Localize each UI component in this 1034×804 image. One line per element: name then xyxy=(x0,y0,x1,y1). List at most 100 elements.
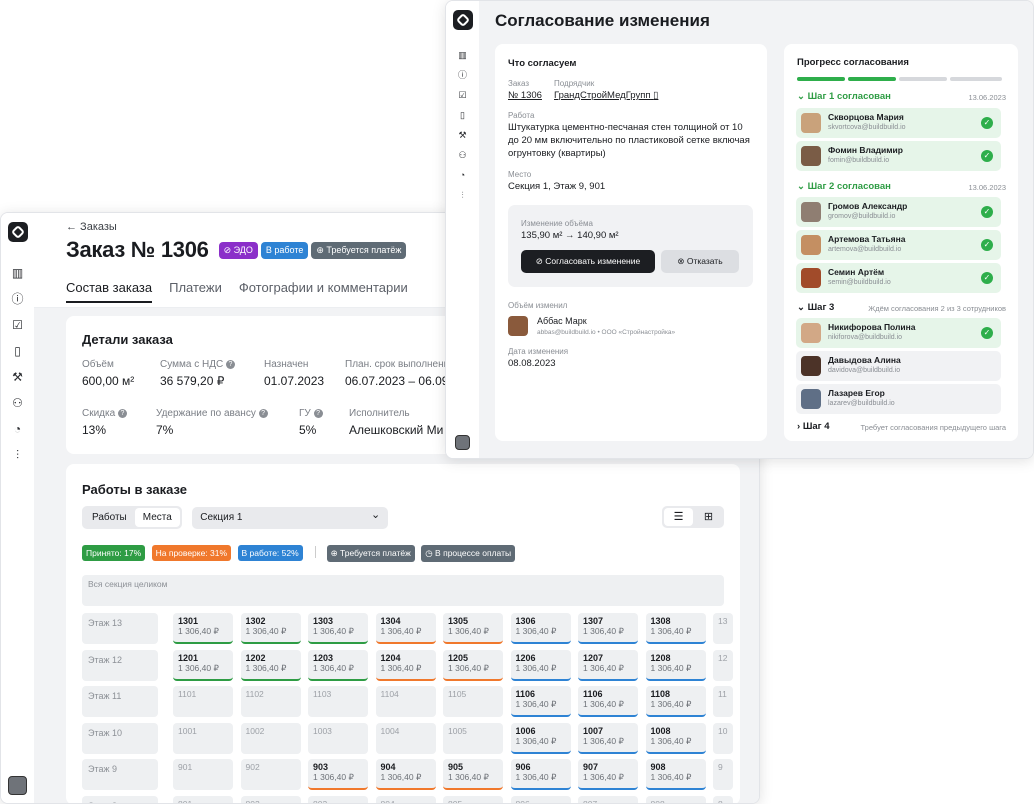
app-logo[interactable] xyxy=(452,10,473,30)
users-icon[interactable]: ⚇ xyxy=(9,394,27,412)
apartment-cell[interactable]: 1005 xyxy=(443,722,503,754)
apartment-cell[interactable]: 1101 xyxy=(173,686,233,717)
apartment-cell[interactable]: 801 xyxy=(173,795,233,803)
floor-label[interactable]: Этаж 13 xyxy=(82,613,158,644)
payment-required-chip[interactable]: ⊕ Требуется платёж xyxy=(326,545,415,562)
apartment-cell[interactable]: 1306 1 306,40 ₽ xyxy=(510,613,571,644)
apartment-cell[interactable]: 1305 1 306,40 ₽ xyxy=(443,613,503,644)
tab-payments[interactable]: Платежи xyxy=(169,280,222,303)
apartment-cell[interactable]: 1106 1 306,40 ₽ xyxy=(578,686,638,717)
apartment-cell[interactable]: 1007 1 306,40 ₽ xyxy=(578,722,638,754)
inwork-chip[interactable]: В работе: 52% xyxy=(237,545,303,561)
hammer-icon[interactable]: ⚒ xyxy=(454,126,472,144)
apartment-cell[interactable]: 904 1 306,40 ₽ xyxy=(375,759,436,790)
apartment-cell[interactable]: 901 xyxy=(173,759,233,790)
section-select[interactable]: Секция 1 xyxy=(192,504,389,529)
tab-composition[interactable]: Состав заказа xyxy=(66,280,153,303)
apartment-cell[interactable]: 1001 xyxy=(173,722,233,754)
pie-chart-icon[interactable]: ◔ xyxy=(9,420,27,438)
hammer-icon[interactable]: ⚒ xyxy=(9,368,27,386)
works-toggle[interactable]: Работы xyxy=(84,508,135,527)
apartment-cell-cut[interactable]: 13 xyxy=(713,613,733,644)
apartment-cell[interactable]: 1008 1 306,40 ₽ xyxy=(645,722,706,754)
apartment-cell[interactable]: 905 1 306,40 ₽ xyxy=(443,759,503,790)
floor-label[interactable]: Этаж 12 xyxy=(82,649,158,681)
apartment-cell[interactable]: 1002 xyxy=(240,722,301,754)
apartment-cell[interactable]: 1102 xyxy=(240,686,301,717)
step-2[interactable]: ⌄ Шаг 2 согласован xyxy=(797,181,891,192)
info-icon[interactable]: ⓘ xyxy=(454,66,472,84)
payment-process-chip[interactable]: ◷ В процессе оплаты xyxy=(421,545,516,562)
reject-button[interactable]: ⊗ Отказать xyxy=(661,250,739,273)
building-icon[interactable]: ▥ xyxy=(454,46,472,64)
apartment-cell[interactable]: 1206 1 306,40 ₽ xyxy=(510,649,571,681)
apartment-cell[interactable]: 1304 1 306,40 ₽ xyxy=(375,613,436,644)
apartment-cell[interactable]: 805 xyxy=(443,795,503,803)
users-icon[interactable]: ⚇ xyxy=(454,146,472,164)
approve-button[interactable]: ⊘ Согласовать изменение xyxy=(521,250,655,273)
apartment-cell[interactable]: 1103 xyxy=(308,686,368,717)
apartment-cell[interactable]: 1307 1 306,40 ₽ xyxy=(578,613,638,644)
step-4[interactable]: › Шаг 4 xyxy=(797,421,830,432)
apartment-cell-cut[interactable]: 10 xyxy=(713,722,733,754)
building-icon[interactable]: ▥ xyxy=(9,264,27,282)
apartment-cell[interactable]: 1301 1 306,40 ₽ xyxy=(173,613,233,644)
floor-label[interactable]: Этаж 11 xyxy=(82,686,158,717)
apartment-cell[interactable]: 807 xyxy=(578,795,638,803)
apartment-cell[interactable]: 1105 xyxy=(443,686,503,717)
user-avatar[interactable] xyxy=(8,776,27,795)
list-view-icon[interactable]: ☰ xyxy=(664,508,693,526)
app-logo[interactable] xyxy=(7,222,28,242)
apartment-cell[interactable]: 1308 1 306,40 ₽ xyxy=(645,613,706,644)
apartment-cell[interactable]: 1302 1 306,40 ₽ xyxy=(240,613,301,644)
checkbox-icon[interactable]: ☑ xyxy=(454,86,472,104)
apartment-cell-cut[interactable]: 12 xyxy=(713,649,733,681)
checkbox-icon[interactable]: ☑ xyxy=(9,316,27,334)
apartment-cell[interactable]: 1303 1 306,40 ₽ xyxy=(308,613,368,644)
step-3[interactable]: ⌄ Шаг 3 xyxy=(797,302,834,313)
apartment-cell[interactable]: 1106 1 306,40 ₽ xyxy=(510,686,571,717)
step-1[interactable]: ⌄ Шаг 1 согласован xyxy=(797,91,891,102)
apartment-cell-cut[interactable]: 11 xyxy=(713,686,733,717)
apartment-cell[interactable]: 1207 1 306,40 ₽ xyxy=(578,649,638,681)
sliders-icon[interactable]: ⫶ xyxy=(9,446,27,464)
apartment-cell[interactable]: 1208 1 306,40 ₽ xyxy=(645,649,706,681)
clipboard-icon[interactable]: ▯ xyxy=(454,106,472,124)
apartment-cell[interactable]: 806 xyxy=(510,795,571,803)
apartment-cell[interactable]: 907 1 306,40 ₽ xyxy=(578,759,638,790)
apartment-cell[interactable]: 1203 1 306,40 ₽ xyxy=(308,649,368,681)
apartment-cell[interactable]: 808 xyxy=(645,795,706,803)
apartment-cell-cut[interactable]: 8 xyxy=(713,795,733,803)
floor-label[interactable]: Этаж 10 xyxy=(82,722,158,754)
apartment-cell[interactable]: 1201 1 306,40 ₽ xyxy=(173,649,233,681)
places-toggle[interactable]: Места xyxy=(134,508,180,527)
apartment-cell[interactable]: 1205 1 306,40 ₽ xyxy=(443,649,503,681)
review-chip[interactable]: На проверке: 31% xyxy=(151,545,232,561)
sliders-icon[interactable]: ⫶ xyxy=(454,186,472,204)
apartment-cell[interactable]: 902 xyxy=(240,759,301,790)
apartment-cell[interactable]: 803 xyxy=(308,795,368,803)
apartment-cell[interactable]: 903 1 306,40 ₽ xyxy=(308,759,368,790)
floor-label[interactable]: Этаж 9 xyxy=(82,759,158,790)
user-avatar[interactable] xyxy=(455,435,470,450)
accepted-chip[interactable]: Принято: 17% xyxy=(82,545,146,561)
clipboard-icon[interactable]: ▯ xyxy=(9,342,27,360)
apartment-cell[interactable]: 1004 xyxy=(375,722,436,754)
tab-photos[interactable]: Фотографии и комментарии xyxy=(239,280,408,303)
apartment-cell[interactable]: 1202 1 306,40 ₽ xyxy=(240,649,301,681)
info-icon[interactable]: ⓘ xyxy=(9,290,27,308)
apartment-cell[interactable]: 1104 xyxy=(375,686,436,717)
pie-chart-icon[interactable]: ◔ xyxy=(454,166,472,184)
apartment-cell[interactable]: 1204 1 306,40 ₽ xyxy=(375,649,436,681)
whole-section-cell[interactable]: Вся секция целиком xyxy=(82,575,724,606)
contractor-link[interactable]: ГрандСтройМедГрупп ▯ xyxy=(554,89,658,102)
apartment-cell-cut[interactable]: 9 xyxy=(713,759,733,790)
apartment-cell[interactable]: 1108 1 306,40 ₽ xyxy=(645,686,706,717)
apartment-cell[interactable]: 906 1 306,40 ₽ xyxy=(510,759,571,790)
apartment-cell[interactable]: 802 xyxy=(240,795,301,803)
apartment-cell[interactable]: 1006 1 306,40 ₽ xyxy=(510,722,571,754)
apartment-cell[interactable]: 804 xyxy=(375,795,436,803)
apartment-cell[interactable]: 908 1 306,40 ₽ xyxy=(645,759,706,790)
grid-view-icon[interactable]: ⊞ xyxy=(695,508,722,526)
order-link[interactable]: № 1306 xyxy=(508,89,542,102)
